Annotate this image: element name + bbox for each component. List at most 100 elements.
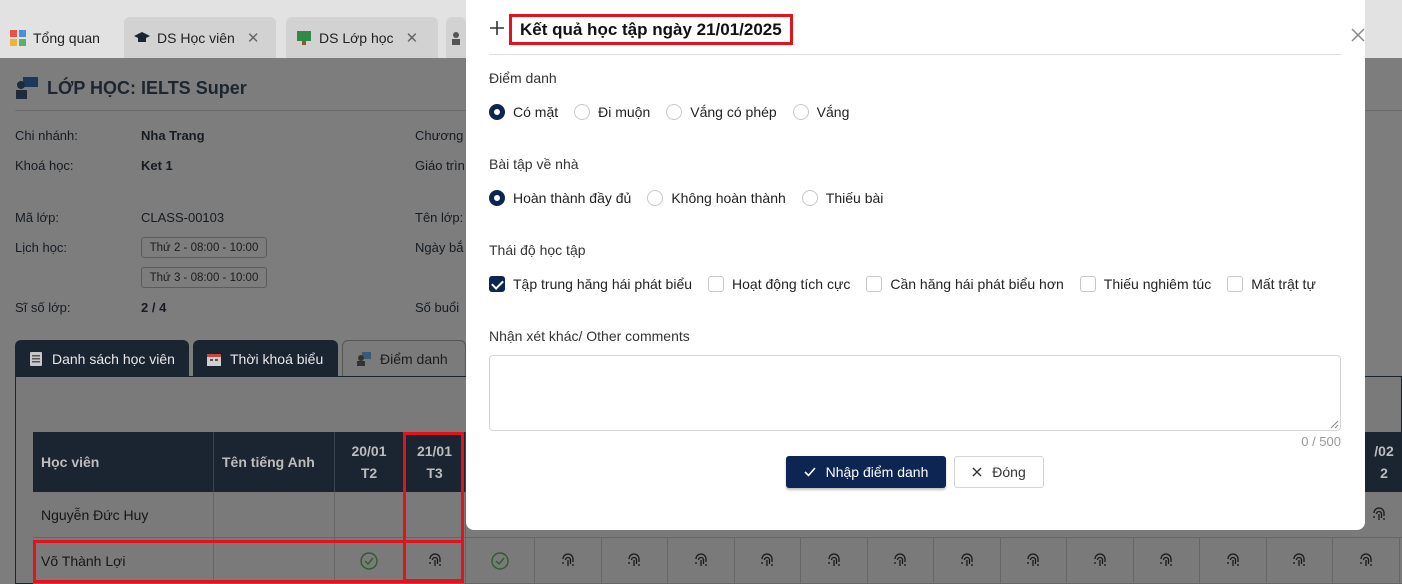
col-header-date[interactable]: 20/01 T2 — [335, 432, 404, 492]
option-label: Hoạt động tích cực — [732, 276, 851, 292]
option-label: Thiếu bài — [825, 190, 884, 206]
col-header-date[interactable]: /02 2 — [1366, 432, 1402, 492]
checkbox[interactable] — [489, 276, 505, 292]
radio-homework-missing[interactable]: Thiếu bài — [801, 190, 884, 206]
program-label: Chương — [415, 128, 464, 143]
checkbox[interactable] — [1227, 276, 1244, 292]
list-icon — [29, 351, 43, 366]
modal-header: Kết quả học tập ngày 21/01/2025 — [489, 12, 1365, 55]
schedule-label: Lịch học: — [15, 240, 68, 255]
fingerprint-icon[interactable] — [934, 538, 1001, 584]
sessions-label: Số buổi — [415, 300, 460, 315]
checkbox-needs-participation[interactable]: Cần hăng hái phát biểu hơn — [866, 276, 1064, 292]
fingerprint-icon[interactable] — [868, 538, 934, 584]
attendance-cell[interactable] — [335, 492, 404, 538]
radio-button[interactable] — [792, 104, 809, 120]
col-header-student[interactable]: Học viên — [33, 432, 214, 492]
fingerprint-icon[interactable] — [1067, 538, 1134, 584]
checkmark-icon — [804, 464, 816, 480]
class-code-value: CLASS-00103 — [141, 210, 225, 225]
radio-button[interactable] — [574, 104, 591, 120]
radio-button[interactable] — [801, 190, 818, 206]
col-header-english-name[interactable]: Tên tiếng Anh — [214, 432, 335, 492]
close-icon[interactable]: ✕ — [406, 29, 419, 47]
tab-class-detail[interactable] — [446, 17, 466, 58]
radio-button[interactable] — [666, 104, 683, 120]
start-date-label: Ngày bắ — [415, 240, 464, 255]
branch-label: Chi nhánh: — [15, 128, 78, 143]
date-label: /02 — [1374, 443, 1394, 459]
tab-classes[interactable]: DS Lớp học ✕ — [286, 17, 438, 58]
radio-homework-complete[interactable]: Hoàn thành đầy đủ — [489, 190, 631, 206]
weekday-label: 2 — [1380, 465, 1388, 481]
fingerprint-icon[interactable] — [1001, 538, 1067, 584]
fingerprint-icon[interactable] — [1267, 538, 1333, 584]
fingerprint-icon[interactable] — [602, 538, 668, 584]
tab-attendance[interactable]: Điểm danh — [342, 340, 466, 377]
option-label: Không hoàn thành — [671, 190, 786, 206]
radio-present[interactable]: Có mặt — [489, 104, 558, 120]
close-icon[interactable] — [1351, 26, 1365, 46]
tab-label: DS Học viên — [157, 29, 235, 46]
checkbox[interactable] — [866, 276, 883, 292]
syllabus-label: Giáo trìn — [415, 158, 465, 173]
radio-button[interactable] — [647, 190, 664, 206]
button-label: Nhập điểm danh — [825, 464, 929, 480]
dashboard-icon — [10, 29, 26, 46]
tab-overview[interactable]: Tổng quan — [0, 17, 120, 58]
homework-label: Bài tập về nhà — [489, 156, 579, 172]
fingerprint-icon[interactable] — [1200, 538, 1267, 584]
homework-radio-group: Hoàn thành đầy đủ Không hoàn thành Thiếu… — [489, 190, 899, 206]
tab-label: Thời khoá biểu — [230, 350, 324, 367]
fingerprint-icon[interactable] — [801, 538, 868, 584]
character-counter: 0 / 500 — [1301, 434, 1341, 449]
option-label: Tập trung hăng hái phát biểu — [513, 276, 693, 292]
fingerprint-icon[interactable] — [535, 538, 602, 584]
check-circle-icon[interactable] — [466, 538, 535, 584]
attendance-label: Điểm danh — [489, 70, 557, 86]
teacher-icon — [357, 352, 371, 366]
radio-late[interactable]: Đi muộn — [574, 104, 650, 120]
fingerprint-icon[interactable] — [1134, 538, 1200, 584]
fingerprint-icon[interactable] — [735, 538, 801, 584]
class-name-label: Tên lớp: — [415, 210, 464, 225]
checkbox-disorderly[interactable]: Mất trật tự — [1227, 276, 1316, 292]
submit-attendance-button[interactable]: Nhập điểm danh — [786, 456, 946, 488]
date-label: 20/01 — [351, 443, 387, 459]
radio-absent[interactable]: Vắng — [792, 104, 849, 120]
class-title-text: LỚP HỌC: IELTS Super — [47, 77, 247, 98]
plus-icon — [489, 18, 505, 40]
radio-button[interactable] — [489, 104, 505, 120]
fingerprint-icon[interactable] — [668, 538, 735, 584]
page-title: LỚP HỌC: IELTS Super — [15, 76, 247, 100]
comments-textarea[interactable] — [489, 355, 1341, 431]
checkbox[interactable] — [708, 276, 725, 292]
radio-excused-absence[interactable]: Vắng có phép — [666, 104, 777, 120]
option-label: Thiếu nghiêm túc — [1103, 276, 1212, 292]
tab-timetable[interactable]: Thời khoá biểu — [193, 340, 338, 377]
chalkboard-icon — [296, 30, 312, 46]
attitude-checkbox-group: Tập trung hăng hái phát biểu Hoạt động t… — [489, 276, 1332, 292]
checkbox-focused-active[interactable]: Tập trung hăng hái phát biểu — [489, 276, 692, 292]
close-icon[interactable]: ✕ — [247, 29, 260, 47]
option-label: Vắng có phép — [690, 104, 777, 120]
checkbox-not-serious[interactable]: Thiếu nghiêm túc — [1079, 276, 1212, 292]
tab-label: Điểm danh — [380, 351, 448, 367]
tab-students[interactable]: DS Học viên ✕ — [124, 17, 276, 58]
highlight-row-vo-thanh-loi — [33, 540, 464, 583]
course-label: Khoá học: — [15, 158, 74, 173]
checkbox[interactable] — [1079, 276, 1096, 292]
close-button[interactable]: Đóng — [954, 456, 1044, 488]
close-icon — [972, 464, 982, 480]
tab-student-list[interactable]: Danh sách học viên — [15, 340, 189, 377]
resize-grip-icon[interactable] — [1330, 420, 1339, 429]
checkbox-positive-activity[interactable]: Hoạt động tích cực — [708, 276, 850, 292]
student-name: Nguyễn Đức Huy — [33, 492, 214, 538]
radio-button[interactable] — [489, 190, 505, 206]
study-result-modal: Kết quả học tập ngày 21/01/2025 Điểm dan… — [466, 0, 1365, 530]
attitude-label: Thái độ học tập — [489, 242, 586, 258]
tab-label: Danh sách học viên — [52, 350, 175, 367]
fingerprint-icon[interactable] — [1333, 538, 1400, 584]
option-label: Hoàn thành đầy đủ — [513, 190, 632, 206]
radio-homework-incomplete[interactable]: Không hoàn thành — [647, 190, 786, 206]
